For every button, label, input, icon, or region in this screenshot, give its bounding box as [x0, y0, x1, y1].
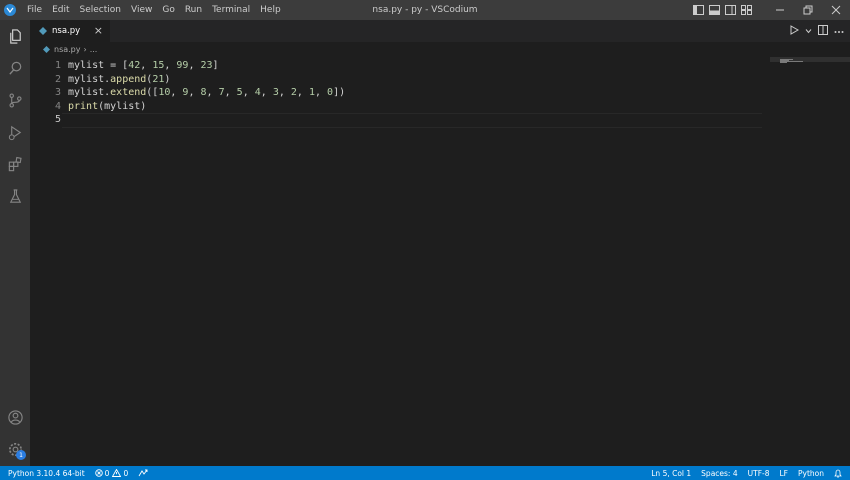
tab-close-icon[interactable]: ×	[94, 24, 103, 38]
line-number: 1	[54, 60, 61, 71]
toggle-primary-sidebar-icon[interactable]	[690, 0, 706, 20]
vscodium-logo-icon[interactable]	[4, 4, 16, 16]
settings-update-badge: 1	[16, 450, 26, 460]
more-actions-icon[interactable]	[834, 26, 844, 37]
menu-file[interactable]: File	[22, 0, 47, 20]
activity-bar: 1	[0, 20, 30, 466]
split-editor-icon[interactable]	[818, 24, 828, 38]
chevron-down-icon[interactable]	[805, 26, 812, 37]
end-of-line[interactable]: LF	[780, 469, 789, 478]
extensions-icon[interactable]	[0, 151, 30, 177]
menu-view[interactable]: View	[126, 0, 157, 20]
cursor-position[interactable]: Ln 5, Col 1	[651, 469, 691, 478]
tab-label: nsa.py	[52, 26, 81, 36]
line-number: 5	[54, 114, 61, 125]
code-line: 3 mylist.extend([10, 9, 8, 7, 5, 4, 3, 2…	[30, 86, 850, 100]
menu-help[interactable]: Help	[255, 0, 286, 20]
code-text: mylist.extend([10, 9, 8, 7, 5, 4, 3, 2, …	[68, 87, 346, 98]
run-python-file-icon[interactable]	[790, 24, 800, 38]
active-code-line: 5	[30, 113, 850, 128]
status-bar: Python 3.10.4 64-bit 0 0 Ln 5, Col 1 Spa…	[0, 466, 850, 480]
notifications-bell-icon[interactable]	[834, 469, 844, 478]
tab-nsa-py[interactable]: nsa.py ×	[30, 20, 110, 42]
breadcrumb: nsa.py › ...	[30, 42, 850, 57]
minimize-icon[interactable]	[766, 0, 794, 20]
settings-gear-icon[interactable]: 1	[0, 436, 30, 462]
toggle-panel-icon[interactable]	[706, 0, 722, 20]
error-count: 0	[104, 468, 110, 478]
line-number: 4	[54, 100, 61, 112]
account-icon[interactable]	[0, 404, 30, 430]
run-debug-icon[interactable]	[0, 119, 30, 145]
search-icon[interactable]	[0, 55, 30, 81]
menu-bar: File Edit Selection View Go Run Terminal…	[22, 0, 286, 20]
python-file-icon	[39, 27, 47, 35]
menu-terminal[interactable]: Terminal	[207, 0, 255, 20]
menu-edit[interactable]: Edit	[47, 0, 74, 20]
minimap-line	[780, 62, 787, 63]
testing-icon[interactable]	[0, 183, 30, 209]
indentation[interactable]: Spaces: 4	[701, 469, 737, 478]
breadcrumb-file[interactable]: nsa.py	[54, 45, 81, 54]
warning-icon	[112, 469, 122, 477]
customize-layout-icon[interactable]	[738, 0, 754, 20]
language-mode[interactable]: Python	[798, 469, 824, 478]
line-number: 2	[54, 73, 61, 85]
code-text: mylist.append(21)	[68, 73, 171, 85]
line-number: 3	[54, 87, 61, 98]
file-encoding[interactable]: UTF-8	[748, 469, 770, 478]
editor-tab-bar: nsa.py ×	[30, 20, 850, 42]
problems-indicator[interactable]: 0 0	[94, 468, 129, 478]
code-text: print(mylist)	[68, 100, 147, 112]
current-line-highlight	[62, 113, 762, 128]
python-interpreter[interactable]: Python 3.10.4 64-bit	[8, 469, 85, 478]
code-line: 1 mylist = [42, 15, 99, 23]	[30, 59, 850, 73]
code-editor[interactable]: 1 mylist = [42, 15, 99, 23] 2 mylist.app…	[30, 57, 850, 466]
error-icon	[94, 469, 103, 477]
code-line: 4 print(mylist)	[30, 100, 850, 114]
toggle-secondary-sidebar-icon[interactable]	[722, 0, 738, 20]
source-control-icon[interactable]	[0, 87, 30, 113]
title-bar: File Edit Selection View Go Run Terminal…	[0, 0, 850, 20]
code-line: 2 mylist.append(21)	[30, 73, 850, 87]
python-file-icon	[43, 46, 50, 53]
menu-run[interactable]: Run	[180, 0, 207, 20]
breadcrumb-symbols[interactable]: ...	[90, 45, 98, 54]
breadcrumb-separator-icon: ›	[83, 45, 87, 54]
menu-go[interactable]: Go	[157, 0, 179, 20]
files-icon[interactable]	[0, 23, 30, 49]
minimap[interactable]	[770, 57, 850, 466]
code-text: mylist = [42, 15, 99, 23]	[68, 60, 219, 71]
live-share-icon[interactable]	[138, 469, 150, 477]
close-icon[interactable]	[822, 0, 850, 20]
menu-selection[interactable]: Selection	[75, 0, 126, 20]
warning-count: 0	[123, 468, 129, 478]
restore-icon[interactable]	[794, 0, 822, 20]
